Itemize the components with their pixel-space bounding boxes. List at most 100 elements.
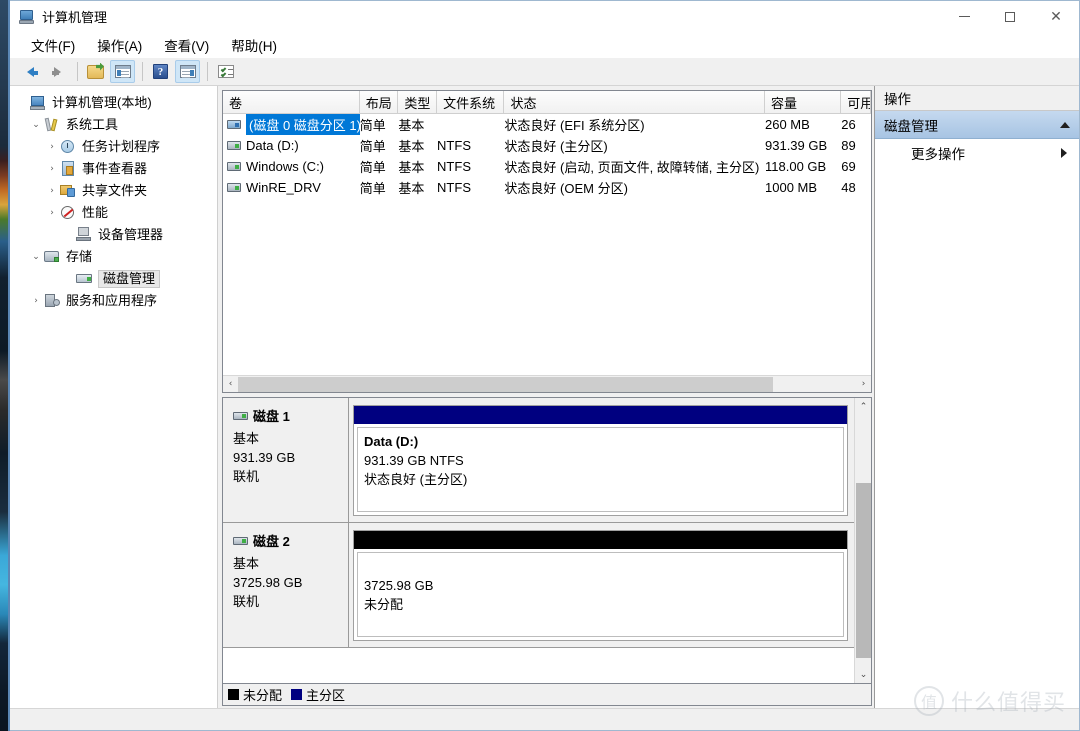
disk-state: 联机 bbox=[233, 594, 260, 609]
table-row[interactable]: Data (D:) 简单 基本 NTFS 状态良好 (主分区) 931.39 G… bbox=[223, 135, 871, 156]
cell-free-space: 69 bbox=[841, 159, 856, 174]
tree-item-label: 任务计划程序 bbox=[82, 139, 161, 154]
scroll-right-button[interactable]: › bbox=[856, 377, 871, 392]
column-header-status[interactable]: 状态 bbox=[504, 91, 765, 113]
disk-view-vertical-scrollbar[interactable]: ⌃ ⌄ bbox=[854, 398, 871, 683]
scrollbar-track[interactable] bbox=[238, 376, 856, 392]
tree-expander-expanded[interactable]: ⌄ bbox=[28, 252, 44, 262]
cell-layout: 简单 bbox=[359, 139, 386, 154]
show-hide-action-pane-button[interactable] bbox=[175, 60, 200, 83]
help-button[interactable]: ? bbox=[148, 60, 173, 83]
properties-button[interactable] bbox=[213, 60, 238, 83]
up-folder-icon bbox=[87, 64, 104, 79]
disk-info-1[interactable]: 磁盘 1 基本 931.39 GB 联机 bbox=[223, 398, 349, 522]
scroll-down-button[interactable]: ⌄ bbox=[855, 666, 872, 683]
menu-file[interactable]: 文件(F) bbox=[22, 32, 84, 58]
disk-map-1: Data (D:) 931.39 GB NTFS 状态良好 (主分区) bbox=[349, 398, 854, 522]
tree-item-label: 系统工具 bbox=[66, 117, 119, 132]
action-item-more-actions[interactable]: 更多操作 bbox=[875, 139, 1079, 166]
tree-item-label: 设备管理器 bbox=[98, 227, 164, 242]
cell-status: 状态良好 (启动, 页面文件, 故障转储, 主分区) bbox=[504, 160, 760, 175]
tree-item-device-manager[interactable]: 设备管理器 bbox=[10, 224, 217, 246]
cell-volume: WinRE_DRV bbox=[223, 180, 360, 195]
window-body: 计算机管理(本地) ⌄ 系统工具 › 任务计划程序 › 事件查看器 › 共享文件 bbox=[10, 86, 1079, 708]
console-tree-pane: 计算机管理(本地) ⌄ 系统工具 › 任务计划程序 › 事件查看器 › 共享文件 bbox=[10, 86, 218, 708]
disk-size: 931.39 GB bbox=[233, 450, 296, 465]
tree-item-disk-management[interactable]: 磁盘管理 bbox=[10, 268, 217, 290]
tree-expander-expanded[interactable]: ⌄ bbox=[28, 120, 44, 130]
disk-list: 磁盘 1 基本 931.39 GB 联机 Data (D:) 931.39 GB… bbox=[223, 398, 854, 683]
tree-item-services-and-applications[interactable]: › 服务和应用程序 bbox=[10, 290, 217, 312]
column-header-layout[interactable]: 布局 bbox=[359, 91, 399, 113]
toolbar: ? bbox=[10, 58, 1079, 86]
tree-expander-collapsed[interactable]: › bbox=[44, 186, 60, 196]
actions-group-label: 磁盘管理 bbox=[884, 118, 938, 134]
tree-item-shared-folders[interactable]: › 共享文件夹 bbox=[10, 180, 217, 202]
drive-icon bbox=[227, 141, 241, 150]
menu-help[interactable]: 帮助(H) bbox=[222, 32, 286, 58]
tree-expander-collapsed[interactable]: › bbox=[44, 142, 60, 152]
scrollbar-thumb[interactable] bbox=[238, 376, 773, 392]
column-header-volume[interactable]: 卷 bbox=[223, 91, 360, 113]
legend-swatch-primary bbox=[291, 689, 303, 700]
volume-list: 卷 布局 类型 文件系统 状态 容量 可用空间 (磁盘 0 磁盘分区 1) 简单 bbox=[222, 90, 872, 393]
cell-volume: Data (D:) bbox=[223, 138, 360, 153]
maximize-icon bbox=[1005, 11, 1015, 22]
computer-icon bbox=[30, 95, 47, 111]
volume-list-horizontal-scrollbar[interactable]: ‹ › bbox=[223, 375, 871, 392]
cell-free-space: 89 bbox=[841, 138, 856, 153]
table-row[interactable]: WinRE_DRV 简单 基本 NTFS 状态良好 (OEM 分区) 1000 … bbox=[223, 177, 871, 198]
legend-label: 主分区 bbox=[306, 688, 346, 703]
tree-item-task-scheduler[interactable]: › 任务计划程序 bbox=[10, 136, 217, 158]
scroll-left-button[interactable]: ‹ bbox=[223, 377, 238, 392]
tree-expander-collapsed[interactable]: › bbox=[44, 164, 60, 174]
action-item-label: 更多操作 bbox=[911, 146, 965, 162]
show-hide-tree-button[interactable] bbox=[110, 60, 135, 83]
back-button[interactable] bbox=[18, 60, 43, 83]
column-header-free-space[interactable]: 可用空间 bbox=[841, 91, 872, 113]
tree-expander-collapsed[interactable]: › bbox=[28, 296, 44, 306]
tree-item-computer-management[interactable]: 计算机管理(本地) bbox=[10, 92, 217, 114]
menu-view[interactable]: 查看(V) bbox=[155, 32, 218, 58]
cell-free-space: 48 bbox=[841, 180, 856, 195]
partition-color-band bbox=[354, 406, 847, 424]
drive-icon bbox=[227, 162, 241, 171]
minimize-button[interactable] bbox=[941, 1, 987, 32]
volume-name: Windows (C:) bbox=[246, 159, 325, 174]
partition-block[interactable]: Data (D:) 931.39 GB NTFS 状态良好 (主分区) bbox=[353, 405, 848, 516]
table-row[interactable]: (磁盘 0 磁盘分区 1) 简单 基本 状态良好 (EFI 系统分区) 260 … bbox=[223, 114, 871, 135]
cell-layout: 简单 bbox=[359, 160, 386, 175]
partition-block[interactable]: 3725.98 GB 未分配 bbox=[353, 530, 848, 641]
column-header-filesystem[interactable]: 文件系统 bbox=[437, 91, 505, 113]
tree-item-storage[interactable]: ⌄ 存储 bbox=[10, 246, 217, 268]
disk-icon bbox=[233, 411, 248, 420]
cell-filesystem: NTFS bbox=[437, 159, 471, 174]
column-header-type[interactable]: 类型 bbox=[398, 91, 438, 113]
cell-type: 基本 bbox=[398, 160, 425, 175]
forward-button[interactable] bbox=[45, 60, 70, 83]
disk-info-2[interactable]: 磁盘 2 基本 3725.98 GB 联机 bbox=[223, 523, 349, 647]
system-tools-icon bbox=[44, 117, 61, 133]
actions-group-disk-management[interactable]: 磁盘管理 bbox=[875, 111, 1079, 139]
column-header-capacity[interactable]: 容量 bbox=[764, 91, 842, 113]
disk-row-2[interactable]: 磁盘 2 基本 3725.98 GB 联机 3725.98 GB 未分配 bbox=[223, 523, 854, 648]
disk-row-1[interactable]: 磁盘 1 基本 931.39 GB 联机 Data (D:) 931.39 GB… bbox=[223, 398, 854, 523]
legend-swatch-unallocated bbox=[228, 689, 239, 700]
tree-item-system-tools[interactable]: ⌄ 系统工具 bbox=[10, 114, 217, 136]
window-controls: ✕ bbox=[941, 1, 1079, 32]
tree-item-label: 服务和应用程序 bbox=[66, 293, 158, 308]
graphical-disk-view: 磁盘 1 基本 931.39 GB 联机 Data (D:) 931.39 GB… bbox=[222, 397, 872, 684]
scroll-up-button[interactable]: ⌃ bbox=[855, 398, 872, 415]
maximize-button[interactable] bbox=[987, 1, 1033, 32]
close-button[interactable]: ✕ bbox=[1033, 1, 1079, 32]
tree-item-event-viewer[interactable]: › 事件查看器 bbox=[10, 158, 217, 180]
tree-expander-collapsed[interactable]: › bbox=[44, 208, 60, 218]
table-row[interactable]: Windows (C:) 简单 基本 NTFS 状态良好 (启动, 页面文件, … bbox=[223, 156, 871, 177]
scrollbar-thumb[interactable] bbox=[856, 483, 871, 658]
cell-capacity: 118.00 GB bbox=[765, 159, 827, 174]
disk-management-icon bbox=[76, 271, 93, 287]
menu-action[interactable]: 操作(A) bbox=[88, 32, 151, 58]
up-one-level-button[interactable] bbox=[83, 60, 108, 83]
chevron-up-icon[interactable] bbox=[1060, 121, 1070, 128]
tree-item-performance[interactable]: › 性能 bbox=[10, 202, 217, 224]
